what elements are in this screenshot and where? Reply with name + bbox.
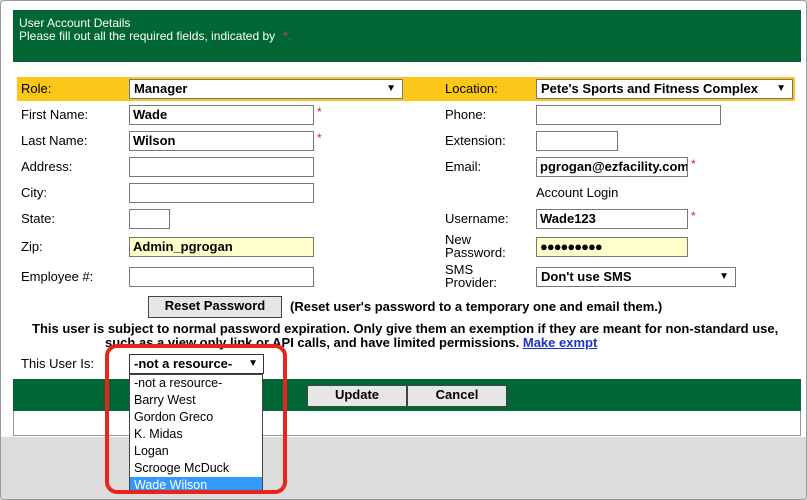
zip-field[interactable]: Admin_pgrogan xyxy=(129,237,314,257)
location-select[interactable]: Pete's Sports and Fitness Complex ▼ xyxy=(536,79,793,99)
chevron-down-icon: ▼ xyxy=(776,83,786,94)
city-field[interactable] xyxy=(129,183,314,203)
chevron-down-icon: ▼ xyxy=(386,83,396,94)
first-name-label: First Name: xyxy=(21,107,89,122)
username-field[interactable]: Wade123 xyxy=(536,209,688,229)
required-star: * xyxy=(317,131,322,145)
reset-password-note: (Reset user's password to a temporary on… xyxy=(290,299,663,314)
role-label: Role: xyxy=(21,81,52,96)
state-label: State: xyxy=(21,211,55,226)
header-title: User Account Details xyxy=(19,16,131,30)
window: User Account Details Please fill out all… xyxy=(0,0,807,500)
city-label: City: xyxy=(21,185,47,200)
account-login-heading: Account Login xyxy=(536,185,619,200)
role-select[interactable]: Manager ▼ xyxy=(129,79,403,99)
extension-label: Extension: xyxy=(445,133,506,148)
phone-label: Phone: xyxy=(445,107,487,122)
new-password-label: New Password: xyxy=(445,232,506,260)
email-label: Email: xyxy=(445,159,482,174)
address-field[interactable] xyxy=(129,157,314,177)
state-field[interactable] xyxy=(129,209,170,229)
last-name-field[interactable]: Wilson xyxy=(129,131,314,151)
make-exempt-link[interactable]: Make exmpt xyxy=(523,335,597,350)
required-star: * xyxy=(691,157,696,171)
address-label: Address: xyxy=(21,159,73,174)
header-instructions: Please fill out all the required fields,… xyxy=(19,29,292,43)
user-is-label: This User Is: xyxy=(21,356,94,371)
sms-provider-label: SMS Provider: xyxy=(445,262,498,290)
required-indicator: *. xyxy=(283,29,292,43)
new-password-field[interactable]: ●●●●●●●●● xyxy=(536,237,688,257)
zip-label: Zip: xyxy=(21,239,43,254)
update-button[interactable]: Update xyxy=(307,385,407,407)
chevron-down-icon: ▼ xyxy=(719,271,729,282)
email-field[interactable]: pgrogan@ezfacility.com xyxy=(536,157,688,177)
username-label: Username: xyxy=(445,211,509,226)
callout-highlight xyxy=(105,344,287,494)
reset-password-button[interactable]: Reset Password xyxy=(148,296,282,318)
location-label: Location: xyxy=(445,81,498,96)
employee-number-label: Employee #: xyxy=(21,269,94,284)
cancel-button[interactable]: Cancel xyxy=(407,385,507,407)
first-name-field[interactable]: Wade xyxy=(129,105,314,125)
last-name-label: Last Name: xyxy=(21,133,88,148)
required-star: * xyxy=(691,209,696,223)
required-star: * xyxy=(317,105,322,119)
form-header: User Account Details Please fill out all… xyxy=(13,10,801,62)
employee-number-field[interactable] xyxy=(129,267,314,287)
phone-field[interactable] xyxy=(536,105,721,125)
sms-provider-select[interactable]: Don't use SMS ▼ xyxy=(536,267,736,287)
extension-field[interactable] xyxy=(536,131,618,151)
